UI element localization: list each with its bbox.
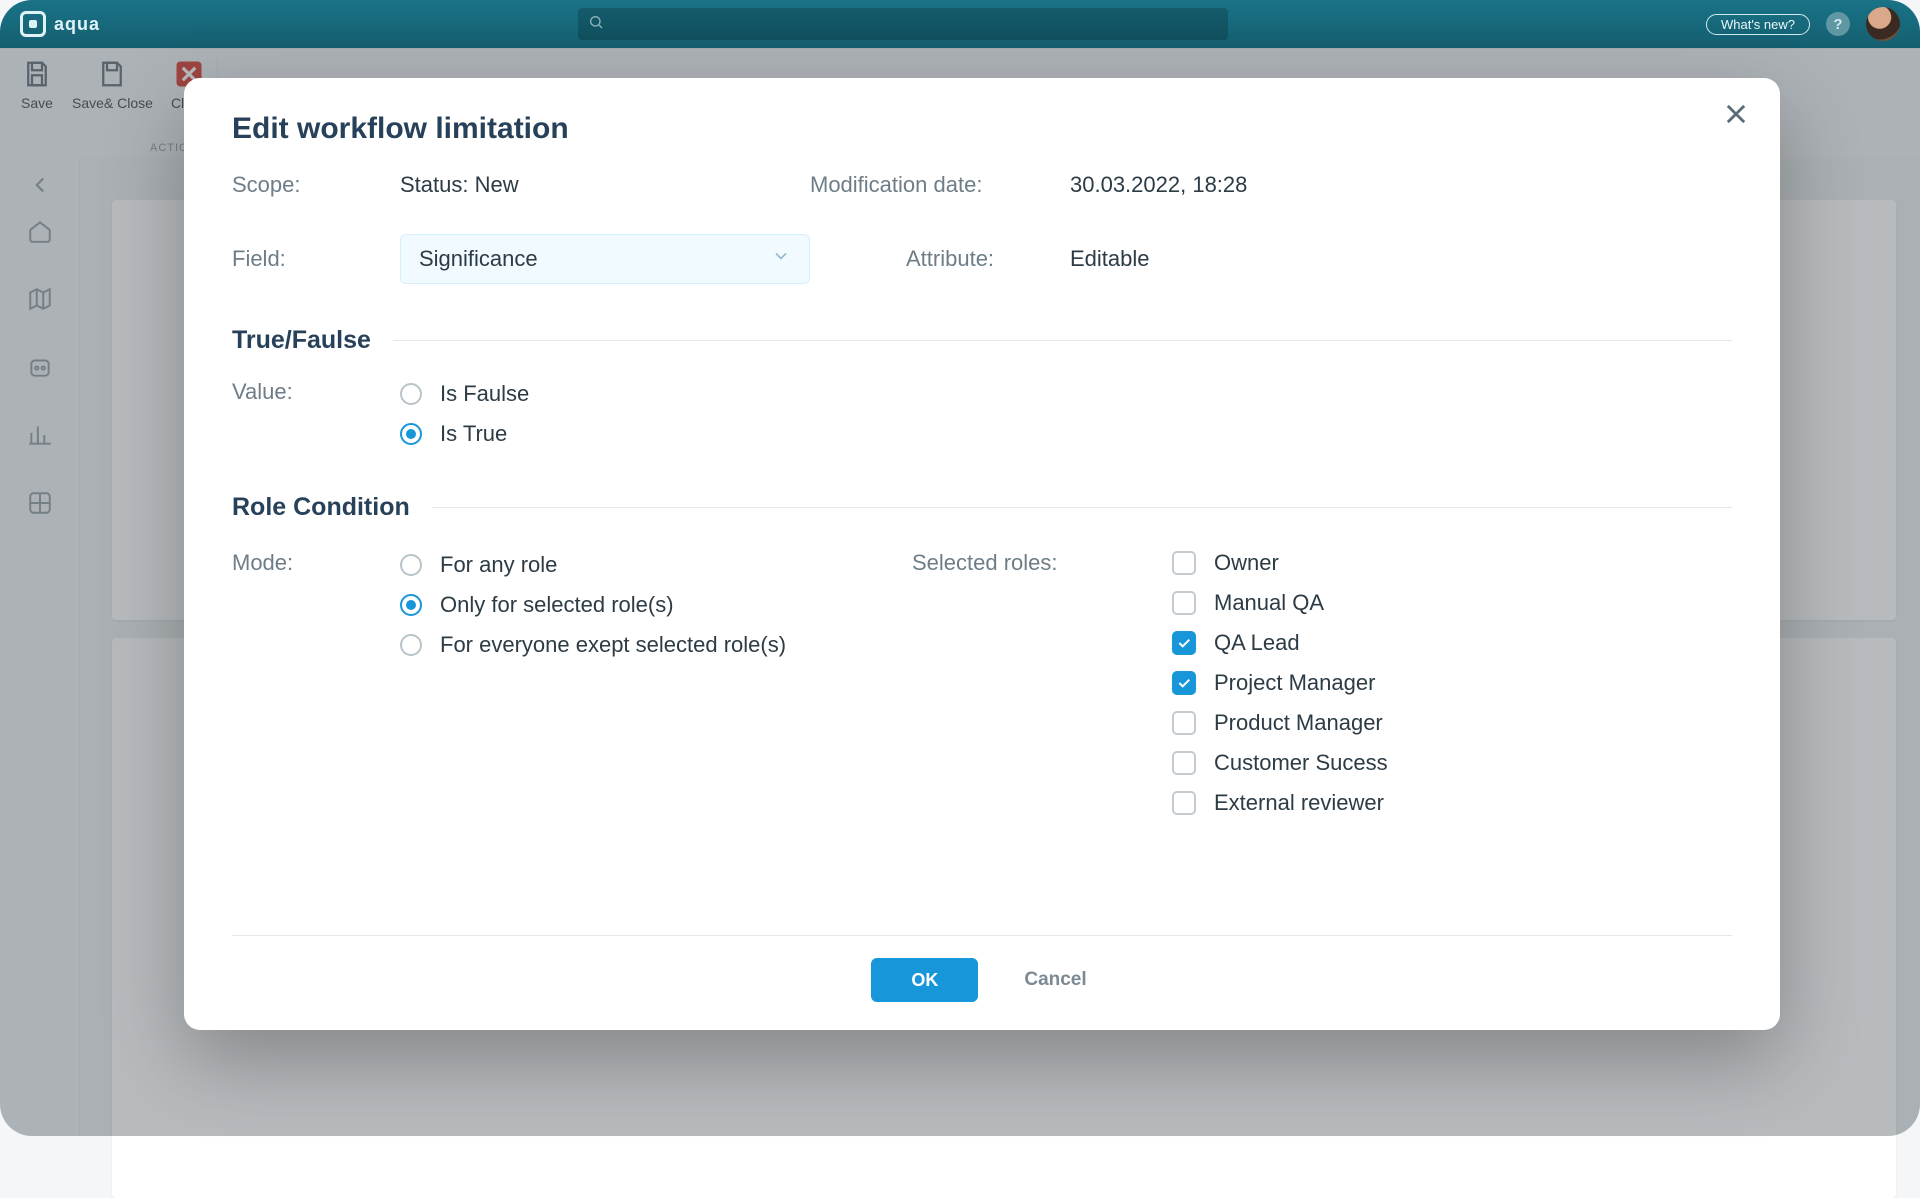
dialog-close-button[interactable] (1716, 96, 1756, 136)
roles-label: Selected roles: (912, 550, 1172, 576)
mode-option-label: For any role (440, 552, 557, 578)
radio-icon (400, 554, 422, 576)
chevron-down-icon (771, 246, 791, 272)
value-label: Value: (232, 379, 400, 405)
role-option-label: Owner (1214, 550, 1279, 576)
value-option-label: Is True (440, 421, 507, 447)
radio-icon (400, 634, 422, 656)
checkbox-icon (1172, 751, 1196, 775)
section-role-label: Role Condition (232, 493, 410, 522)
role-option[interactable]: Manual QA (1172, 590, 1732, 616)
mode-option-label: For everyone exept selected role(s) (440, 632, 786, 658)
scope-label: Scope: (232, 172, 400, 198)
role-option[interactable]: External reviewer (1172, 790, 1732, 816)
value-options: Is Faulse Is True (400, 381, 1732, 447)
mod-date-value: 30.03.2022, 18:28 (1070, 172, 1732, 198)
radio-icon (400, 423, 422, 445)
cancel-button[interactable]: Cancel (1018, 968, 1092, 992)
section-role-condition: Role Condition (232, 493, 1732, 522)
mod-date-label: Modification date: (810, 172, 1070, 198)
dialog-title: Edit workflow limitation (232, 112, 1732, 146)
value-option[interactable]: Is Faulse (400, 381, 1732, 407)
mode-option[interactable]: For everyone exept selected role(s) (400, 632, 912, 658)
role-option-label: Product Manager (1214, 710, 1383, 736)
mode-option-label: Only for selected role(s) (440, 592, 674, 618)
mode-label: Mode: (232, 550, 400, 576)
role-option[interactable]: Product Manager (1172, 710, 1732, 736)
role-option-label: Customer Sucess (1214, 750, 1388, 776)
section-true-false: True/Faulse (232, 326, 1732, 355)
role-option-label: External reviewer (1214, 790, 1384, 816)
radio-icon (400, 383, 422, 405)
checkbox-icon (1172, 671, 1196, 695)
checkbox-icon (1172, 791, 1196, 815)
section-true-false-label: True/Faulse (232, 326, 371, 355)
top-bar: aqua What's new? ? (0, 0, 1920, 48)
role-option[interactable]: Project Manager (1172, 670, 1732, 696)
mode-row: Mode: For any role Only for selected role… (232, 550, 912, 816)
scope-value: Status: New (400, 172, 810, 198)
role-option[interactable]: Owner (1172, 550, 1732, 576)
value-option-label: Is Faulse (440, 381, 529, 407)
mode-options: For any role Only for selected role(s) For… (400, 552, 912, 658)
value-row: Value: Is Faulse Is True (232, 379, 1732, 447)
help-button[interactable]: ? (1826, 12, 1850, 36)
role-option[interactable]: QA Lead (1172, 630, 1732, 656)
roles-row: Selected roles: Owner Manual QA QA Lead Pro… (912, 550, 1732, 816)
radio-icon (400, 594, 422, 616)
logo-mark-icon (20, 11, 46, 37)
checkbox-icon (1172, 551, 1196, 575)
app-logo: aqua (20, 11, 100, 37)
attribute-value: Editable (1070, 246, 1732, 272)
checkbox-icon (1172, 711, 1196, 735)
close-icon (1722, 100, 1750, 133)
global-search[interactable] (578, 8, 1228, 40)
role-option-label: Project Manager (1214, 670, 1375, 696)
mode-option[interactable]: For any role (400, 552, 912, 578)
top-right-controls: What's new? ? (1706, 7, 1900, 41)
field-select[interactable]: Significance (400, 234, 810, 284)
edit-workflow-limitation-dialog: Edit workflow limitation Scope: Status: … (184, 78, 1780, 1030)
user-avatar[interactable] (1866, 7, 1900, 41)
attribute-label: Attribute: (810, 246, 1070, 272)
role-option-label: Manual QA (1214, 590, 1324, 616)
roles-list: Owner Manual QA QA Lead Project Manager Prod… (1172, 550, 1732, 816)
dialog-footer: OK Cancel (232, 935, 1732, 1002)
header-grid: Scope: Status: New Modification date: 30… (232, 172, 1732, 284)
search-icon (588, 14, 604, 35)
role-option[interactable]: Customer Sucess (1172, 750, 1732, 776)
checkbox-icon (1172, 591, 1196, 615)
role-option-label: QA Lead (1214, 630, 1300, 656)
checkbox-icon (1172, 631, 1196, 655)
field-select-value: Significance (419, 246, 538, 272)
whats-new-button[interactable]: What's new? (1706, 14, 1810, 35)
app-name: aqua (54, 14, 100, 35)
mode-option[interactable]: Only for selected role(s) (400, 592, 912, 618)
ok-button[interactable]: OK (871, 958, 978, 1002)
field-label: Field: (232, 246, 400, 272)
value-option[interactable]: Is True (400, 421, 1732, 447)
